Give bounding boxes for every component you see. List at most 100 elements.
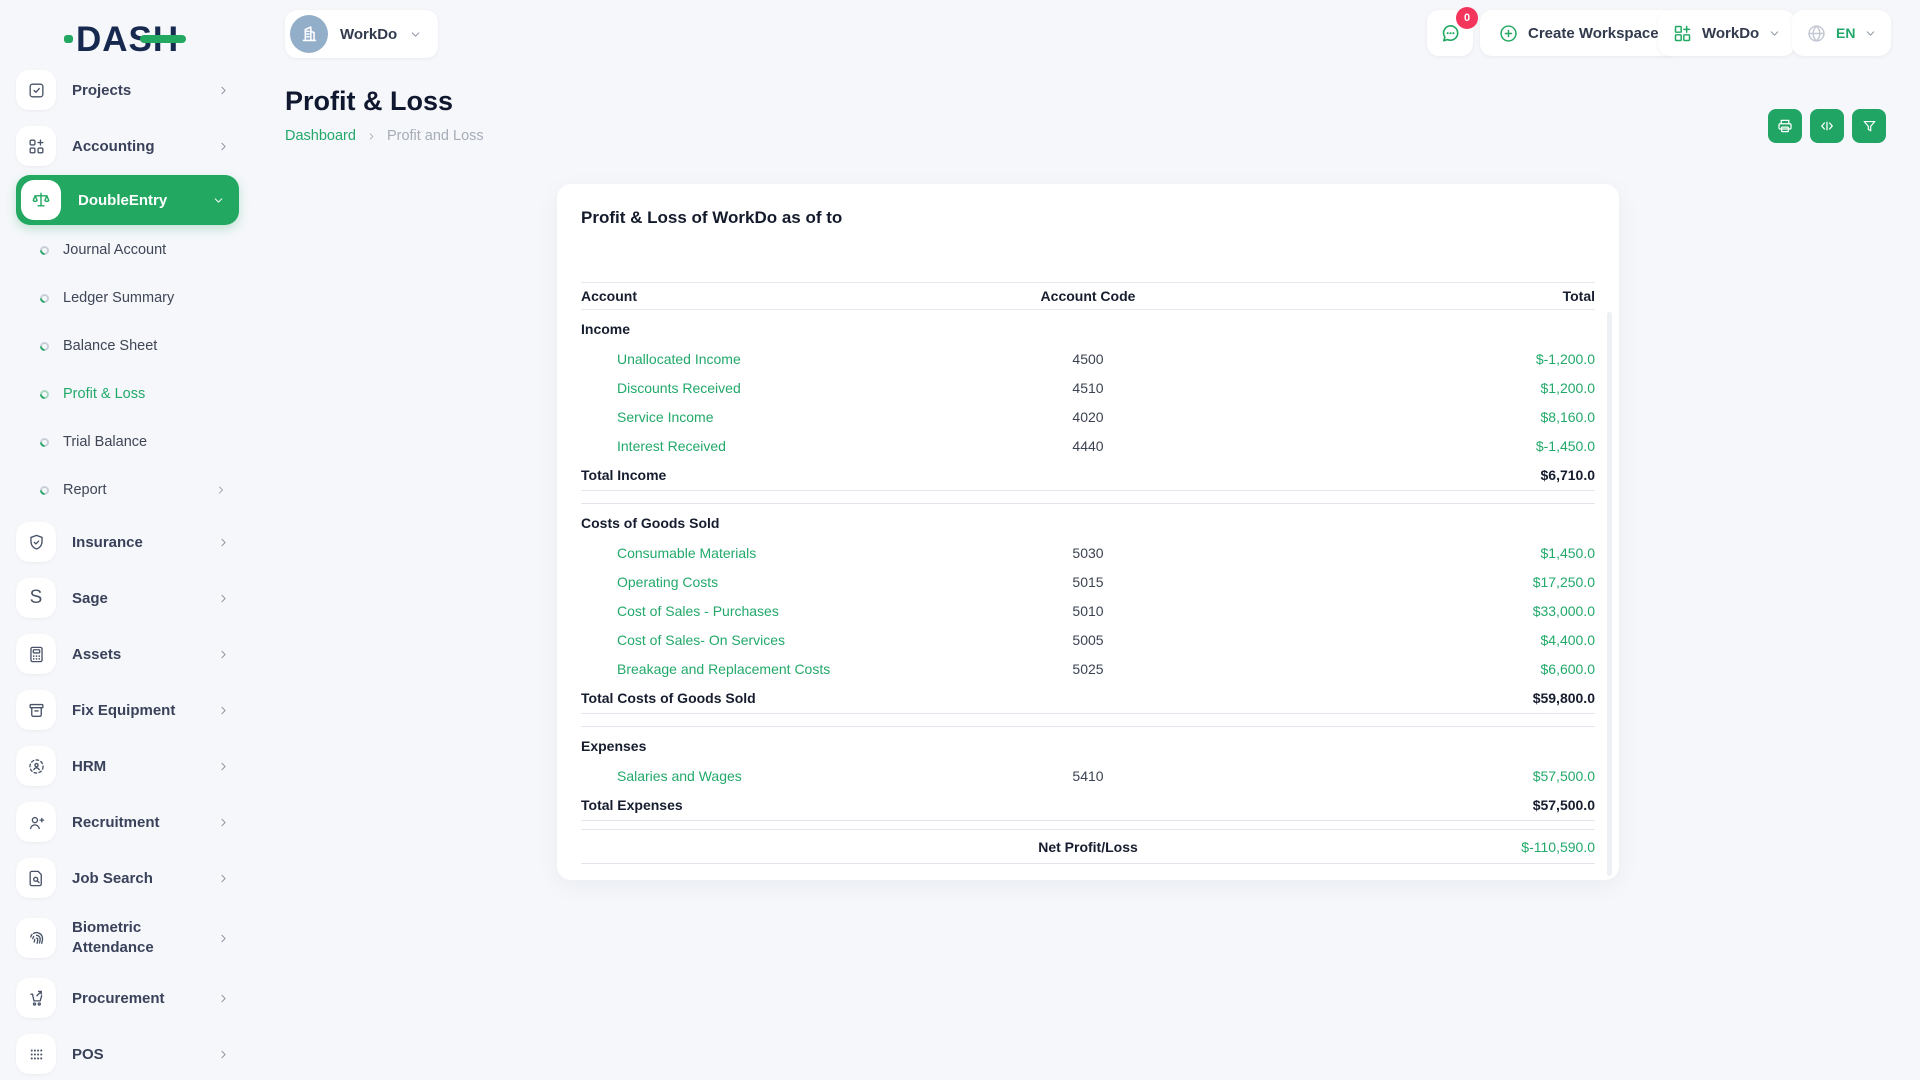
chevron-right-icon	[217, 1048, 230, 1061]
account-link[interactable]: Operating Costs	[581, 574, 973, 590]
chevron-right-icon	[217, 932, 230, 945]
account-link[interactable]: Interest Received	[581, 438, 973, 454]
code-view-button[interactable]	[1810, 109, 1844, 143]
submenu-item-report[interactable]: Report	[0, 466, 260, 514]
chevron-right-icon	[217, 704, 230, 717]
account-code: 4020	[973, 409, 1203, 425]
column-header-account-code: Account Code	[973, 288, 1203, 304]
sidebar-item-sage[interactable]: S Sage	[0, 570, 260, 626]
account-link[interactable]: Consumable Materials	[581, 545, 973, 561]
grid-plus-icon	[1672, 23, 1693, 44]
breadcrumb-current: Profit and Loss	[387, 128, 484, 144]
section-total-value: $57,500.0	[1203, 797, 1595, 813]
table-row: Breakage and Replacement Costs 5025 $6,6…	[581, 654, 1595, 683]
tasks-icon	[16, 70, 56, 110]
account-link[interactable]: Cost of Sales- On Services	[581, 632, 973, 648]
account-link[interactable]: Service Income	[581, 409, 973, 425]
bullet-ring-icon	[38, 292, 51, 305]
sidebar-nav: Projects Accounting DoubleEntry	[0, 62, 260, 1080]
bullet-ring-icon	[38, 484, 51, 497]
user-plus-icon	[16, 802, 56, 842]
modules-icon	[16, 126, 56, 166]
card-scrollbar[interactable]	[1607, 312, 1612, 876]
sidebar-item-procurement[interactable]: Procurement	[0, 970, 260, 1026]
main-content: Profit & Loss Dashboard Profit and Loss	[260, 70, 1920, 1080]
net-profit-loss-block: Net Profit/Loss $-110,590.0	[581, 829, 1595, 864]
profit-loss-card: Profit & Loss of WorkDo as of to Account…	[557, 184, 1619, 880]
page-title: Profit & Loss	[285, 86, 453, 117]
account-code: 5410	[973, 768, 1203, 784]
submenu-item-ledger-summary[interactable]: Ledger Summary	[0, 274, 260, 322]
submenu-item-trial-balance[interactable]: Trial Balance	[0, 418, 260, 466]
section-total-row: Total Costs of Goods Sold $59,800.0	[581, 683, 1595, 713]
submenu-item-balance-sheet[interactable]: Balance Sheet	[0, 322, 260, 370]
table-row: Unallocated Income 4500 $-1,200.0	[581, 344, 1595, 373]
net-profit-loss-row: Net Profit/Loss $-110,590.0	[581, 830, 1595, 863]
submenu-item-journal-account[interactable]: Journal Account	[0, 226, 260, 274]
sidebar-item-biometric-attendance[interactable]: Biometric Attendance	[0, 906, 260, 970]
breadcrumb: Dashboard Profit and Loss	[285, 128, 484, 144]
code-compare-icon	[1818, 117, 1836, 135]
messages-count-badge: 0	[1456, 7, 1478, 29]
sidebar-item-doubleentry[interactable]: DoubleEntry	[16, 175, 239, 225]
account-link[interactable]: Discounts Received	[581, 380, 973, 396]
workspace-avatar	[290, 15, 328, 53]
table-row: Cost of Sales- On Services 5005 $4,400.0	[581, 625, 1595, 654]
workspace-switcher[interactable]: WorkDo	[285, 10, 438, 58]
sidebar-item-accounting[interactable]: Accounting	[0, 118, 260, 174]
sidebar-item-recruitment[interactable]: Recruitment	[0, 794, 260, 850]
plus-circle-icon	[1498, 23, 1519, 44]
account-link[interactable]: Unallocated Income	[581, 351, 973, 367]
card-title: Profit & Loss of WorkDo as of to	[581, 208, 1595, 228]
account-total: $6,600.0	[1203, 661, 1595, 677]
messages-button[interactable]: 0	[1427, 10, 1473, 56]
bullet-ring-icon	[38, 340, 51, 353]
sidebar-item-pos[interactable]: POS	[0, 1026, 260, 1080]
chevron-right-icon	[366, 131, 377, 142]
account-total: $4,400.0	[1203, 632, 1595, 648]
section-income: Income Unallocated Income 4500 $-1,200.0…	[581, 310, 1595, 491]
section-title: Expenses	[581, 727, 1595, 761]
create-workspace-button[interactable]: Create Workspace	[1480, 10, 1677, 56]
breadcrumb-dashboard-link[interactable]: Dashboard	[285, 128, 356, 144]
archive-box-icon	[16, 690, 56, 730]
print-button[interactable]	[1768, 109, 1802, 143]
balance-scale-icon	[21, 180, 61, 220]
submenu-item-profit-loss[interactable]: Profit & Loss	[0, 370, 260, 418]
sidebar-item-fix-equipment[interactable]: Fix Equipment	[0, 682, 260, 738]
chevron-right-icon	[217, 648, 230, 661]
chevron-down-icon	[409, 28, 422, 41]
company-menu[interactable]: WorkDo	[1658, 10, 1795, 56]
chevron-down-icon	[1864, 27, 1877, 40]
filter-button[interactable]	[1852, 109, 1886, 143]
section-title: Costs of Goods Sold	[581, 504, 1595, 538]
filter-icon	[1861, 118, 1878, 135]
account-total: $33,000.0	[1203, 603, 1595, 619]
fingerprint-icon	[16, 918, 56, 958]
column-header-account: Account	[581, 288, 973, 304]
account-total: $-1,200.0	[1203, 351, 1595, 367]
table-row: Interest Received 4440 $-1,450.0	[581, 431, 1595, 460]
account-link[interactable]: Cost of Sales - Purchases	[581, 603, 973, 619]
language-menu[interactable]: EN	[1792, 10, 1891, 56]
account-code: 4500	[973, 351, 1203, 367]
net-profit-loss-value: $-110,590.0	[1203, 839, 1595, 855]
sidebar-item-assets[interactable]: Assets	[0, 626, 260, 682]
account-link[interactable]: Breakage and Replacement Costs	[581, 661, 973, 677]
shield-check-icon	[16, 522, 56, 562]
sidebar-item-projects[interactable]: Projects	[0, 62, 260, 118]
sidebar-item-job-search[interactable]: Job Search	[0, 850, 260, 906]
account-link[interactable]: Salaries and Wages	[581, 768, 973, 784]
account-code: 5010	[973, 603, 1203, 619]
sidebar-item-insurance[interactable]: Insurance	[0, 514, 260, 570]
sage-s-icon: S	[16, 578, 56, 618]
chevron-down-icon	[1768, 27, 1781, 40]
table-header-row: Account Account Code Total	[581, 282, 1595, 310]
sidebar-item-hrm[interactable]: HRM	[0, 738, 260, 794]
account-total: $8,160.0	[1203, 409, 1595, 425]
column-header-total: Total	[1203, 288, 1595, 304]
table-row: Operating Costs 5015 $17,250.0	[581, 567, 1595, 596]
chevron-right-icon	[217, 816, 230, 829]
cart-icon	[16, 978, 56, 1018]
chevron-right-icon	[217, 992, 230, 1005]
